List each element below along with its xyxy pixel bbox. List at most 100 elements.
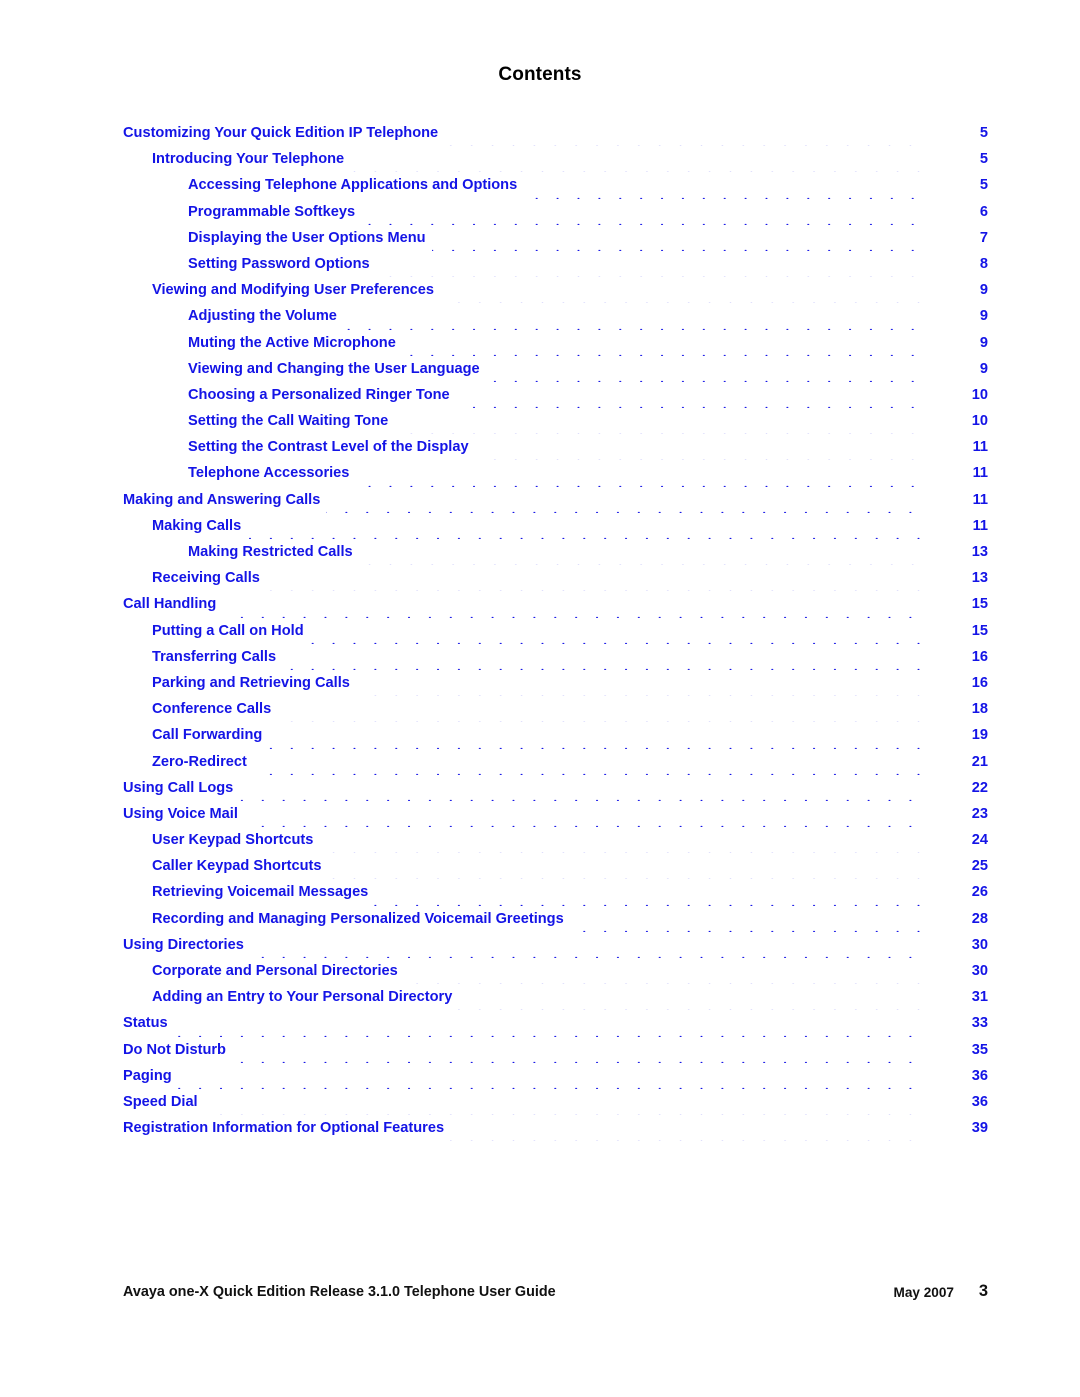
toc-entry-label[interactable]: User Keypad Shortcuts (152, 827, 320, 854)
toc-entry[interactable]: Telephone Accessories 11 (123, 460, 988, 487)
toc-entry[interactable]: Speed Dial 36 (123, 1088, 988, 1116)
toc-entry[interactable]: Making and Answering Calls 11 (123, 486, 988, 513)
toc-entry[interactable]: Do Not Disturb 35 (123, 1036, 988, 1063)
toc-entry-page-number: 10 (924, 408, 988, 435)
toc-entry-label[interactable]: Zero-Redirect (152, 748, 253, 775)
toc-entry[interactable]: Setting the Contrast Level of the Displa… (123, 434, 988, 461)
toc-entry-label[interactable]: Putting a Call on Hold (152, 617, 310, 644)
toc-entry[interactable]: Paging 36 (123, 1062, 988, 1089)
toc-entry[interactable]: Viewing and Changing the User Language 9 (123, 355, 988, 382)
toc-entry[interactable]: Parking and Retrieving Calls 16 (123, 669, 988, 697)
toc-entry-page-number: 26 (924, 879, 988, 906)
toc-entry[interactable]: Displaying the User Options Menu 7 (123, 224, 988, 251)
toc-entry-label[interactable]: Setting the Call Waiting Tone (188, 408, 395, 435)
toc-entry-label[interactable]: Transferring Calls (152, 643, 283, 670)
toc-entry-page-number: 13 (924, 565, 988, 592)
toc-entry-page-number: 13 (924, 539, 988, 566)
toc-entry[interactable]: Using Directories 30 (123, 931, 988, 958)
footer-guide-title: Avaya one-X Quick Edition Release 3.1.0 … (123, 1284, 556, 1300)
toc-entry-label[interactable]: Registration Information for Optional Fe… (123, 1115, 451, 1142)
toc-entry[interactable]: Introducing Your Telephone 5 (123, 146, 988, 173)
toc-entry[interactable]: Programmable Softkeys 6 (123, 198, 988, 225)
toc-entry[interactable]: Receiving Calls 13 (123, 565, 988, 592)
toc-entry-label[interactable]: Adjusting the Volume (188, 303, 343, 330)
toc-entry-page-number: 11 (924, 434, 988, 461)
toc-entry[interactable]: Setting Password Options 8 (123, 250, 988, 278)
toc-entry-label[interactable]: Making Calls (152, 512, 248, 539)
toc-entry-label[interactable]: Setting the Contrast Level of the Displa… (188, 434, 475, 461)
toc-entry-label[interactable]: Parking and Retrieving Calls (152, 669, 356, 697)
toc-entry[interactable]: User Keypad Shortcuts 24 (123, 827, 988, 854)
toc-entry-label[interactable]: Setting Password Options (188, 250, 376, 278)
toc-entry[interactable]: Conference Calls 18 (123, 696, 988, 723)
toc-entry[interactable]: Adjusting the Volume 9 (123, 303, 988, 330)
toc-entry-label[interactable]: Call Handling (123, 591, 223, 618)
toc-entry-label[interactable]: Making Restricted Calls (188, 539, 359, 566)
toc-entry[interactable]: Call Handling 15 (123, 591, 988, 618)
toc-entry[interactable]: Putting a Call on Hold 15 (123, 617, 988, 644)
toc-entry[interactable]: Making Restricted Calls 13 (123, 539, 988, 566)
toc-entry[interactable]: Status 33 (123, 1010, 988, 1037)
toc-entry-label[interactable]: Viewing and Modifying User Preferences (152, 277, 440, 304)
toc-entry-page-number: 19 (924, 722, 988, 749)
page-canvas: Contents Customizing Your Quick Edition … (0, 0, 1080, 1397)
toc-entry-page-number: 31 (924, 984, 988, 1011)
toc-entry-label[interactable]: Speed Dial (123, 1088, 204, 1116)
toc-entry-label[interactable]: Corporate and Personal Directories (152, 958, 404, 985)
toc-entry-page-number: 28 (924, 905, 988, 932)
toc-entry-page-number: 30 (924, 958, 988, 985)
toc-entry[interactable]: Corporate and Personal Directories 30 (123, 958, 988, 985)
toc-entry[interactable]: Zero-Redirect 21 (123, 748, 988, 775)
toc-entry-label[interactable]: Choosing a Personalized Ringer Tone (188, 381, 456, 409)
toc-leader-dots (123, 591, 928, 618)
toc-entry[interactable]: Recording and Managing Personalized Voic… (123, 905, 988, 932)
toc-entry[interactable]: Muting the Active Microphone 9 (123, 329, 988, 356)
toc-leader-dots (123, 1010, 928, 1037)
toc-entry-label[interactable]: Paging (123, 1062, 178, 1089)
toc-entry-label[interactable]: Call Forwarding (152, 722, 269, 749)
toc-entry[interactable]: Transferring Calls 16 (123, 643, 988, 670)
toc-entry-page-number: 5 (924, 120, 988, 147)
toc-entry-label[interactable]: Making and Answering Calls (123, 486, 327, 513)
toc-entry-label[interactable]: Introducing Your Telephone (152, 146, 351, 173)
toc-leader-dots (152, 565, 928, 592)
toc-entry-label[interactable]: Status (123, 1010, 174, 1037)
toc-entry-label[interactable]: Using Directories (123, 931, 250, 958)
toc-entry[interactable]: Choosing a Personalized Ringer Tone 10 (123, 381, 988, 409)
toc-entry-label[interactable]: Retrieving Voicemail Messages (152, 879, 375, 906)
toc-entry[interactable]: Caller Keypad Shortcuts 25 (123, 853, 988, 880)
footer-date: May 2007 (893, 1285, 954, 1300)
toc-entry-label[interactable]: Muting the Active Microphone (188, 329, 402, 356)
toc-entry-label[interactable]: Customizing Your Quick Edition IP Teleph… (123, 120, 445, 147)
toc-entry[interactable]: Adding an Entry to Your Personal Directo… (123, 984, 988, 1011)
toc-entry-page-number: 11 (924, 460, 988, 487)
toc-entry-label[interactable]: Viewing and Changing the User Language (188, 355, 486, 382)
toc-entry[interactable]: Using Call Logs 22 (123, 774, 988, 801)
toc-entry[interactable]: Retrieving Voicemail Messages 26 (123, 879, 988, 906)
toc-entry-label[interactable]: Displaying the User Options Menu (188, 224, 432, 251)
toc-entry-label[interactable]: Recording and Managing Personalized Voic… (152, 905, 570, 932)
toc-entry-label[interactable]: Adding an Entry to Your Personal Directo… (152, 984, 459, 1011)
toc-entry[interactable]: Registration Information for Optional Fe… (123, 1115, 988, 1142)
toc-entry[interactable]: Using Voice Mail 23 (123, 800, 988, 828)
toc-entry[interactable]: Viewing and Modifying User Preferences 9 (123, 277, 988, 304)
toc-entry-page-number: 10 (924, 381, 988, 409)
toc-entry-label[interactable]: Caller Keypad Shortcuts (152, 853, 328, 880)
toc-entry[interactable]: Call Forwarding 19 (123, 722, 988, 749)
toc-entry-label[interactable]: Programmable Softkeys (188, 198, 362, 225)
toc-leader-dots (123, 1036, 928, 1063)
toc-entry-label[interactable]: Using Call Logs (123, 774, 240, 801)
toc-entry-label[interactable]: Conference Calls (152, 696, 278, 723)
toc-leader-dots (152, 748, 928, 775)
toc-entry-page-number: 35 (924, 1036, 988, 1063)
toc-entry-label[interactable]: Do Not Disturb (123, 1036, 232, 1063)
toc-entry-label[interactable]: Using Voice Mail (123, 800, 244, 828)
toc-entry-page-number: 7 (924, 224, 988, 251)
toc-entry[interactable]: Accessing Telephone Applications and Opt… (123, 172, 988, 199)
toc-entry-label[interactable]: Receiving Calls (152, 565, 266, 592)
toc-entry-label[interactable]: Accessing Telephone Applications and Opt… (188, 172, 524, 199)
toc-entry[interactable]: Making Calls 11 (123, 512, 988, 539)
toc-entry[interactable]: Customizing Your Quick Edition IP Teleph… (123, 120, 988, 147)
toc-entry-label[interactable]: Telephone Accessories (188, 460, 356, 487)
toc-entry[interactable]: Setting the Call Waiting Tone 10 (123, 408, 988, 435)
